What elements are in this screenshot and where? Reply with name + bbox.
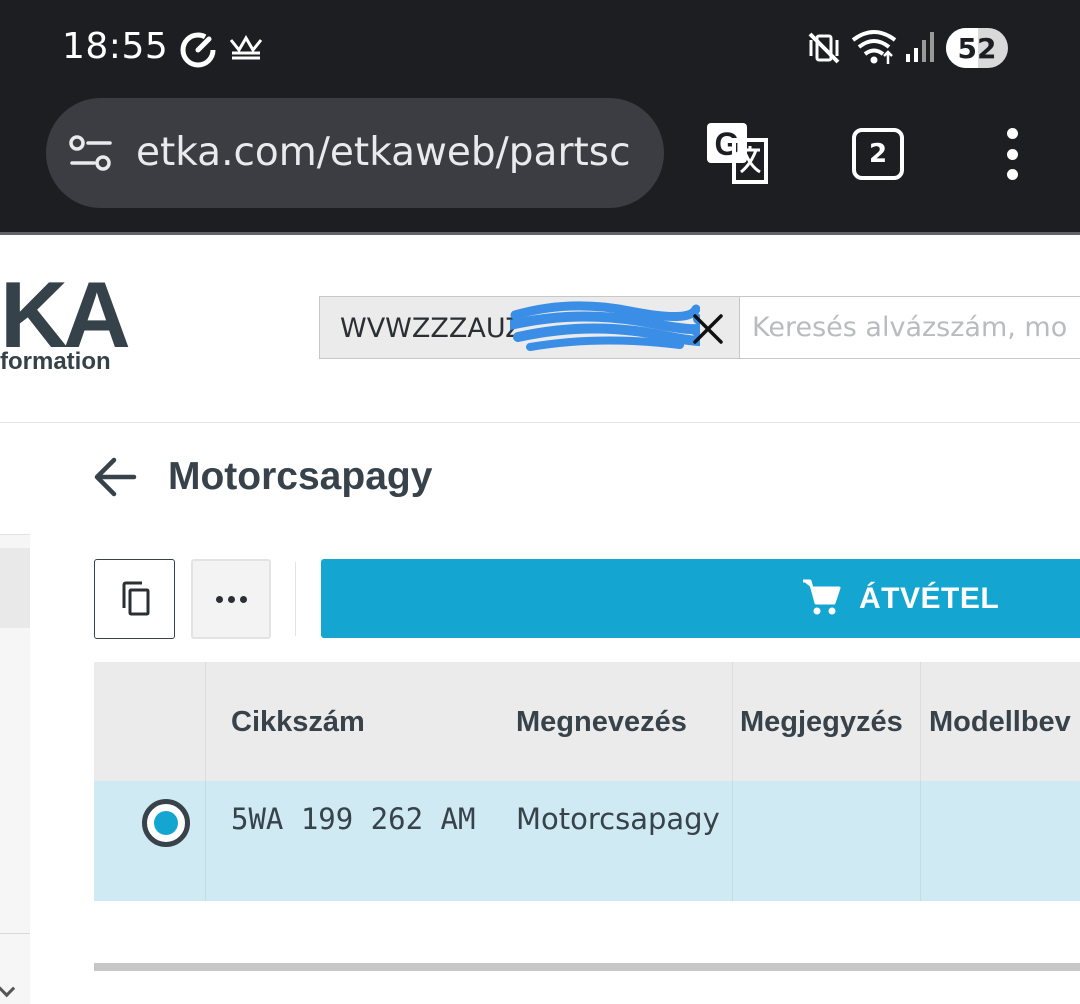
vin-value: WVWZZZAUZ (340, 313, 524, 344)
part-number-cell: 5WA 199 262 AM (231, 802, 476, 836)
sync-icon (180, 32, 216, 68)
sidebar (0, 423, 30, 1004)
toolbar-separator (295, 562, 296, 636)
signal-icon (906, 32, 934, 62)
cart-icon (803, 579, 841, 615)
vin-chip[interactable]: WVWZZZAUZ (319, 296, 740, 359)
more-options-button[interactable] (191, 559, 271, 639)
part-name-cell: Motorcsapagy (516, 802, 720, 836)
redaction-scribble (510, 301, 700, 351)
etka-logo-subtitle: formation (0, 348, 111, 375)
accept-button[interactable]: ÁTVÉTEL (321, 559, 1080, 638)
column-header-part-number[interactable]: Cikkszám (231, 662, 365, 781)
site-settings-icon[interactable] (68, 135, 114, 171)
copy-button[interactable] (94, 559, 175, 639)
system-browser-chrome: 18:55 52 etka.com/etkaweb/partsc G 2 (0, 0, 1080, 232)
page-title: Motorcsapagy (168, 455, 433, 498)
vibrate-muted-icon (808, 32, 840, 64)
column-divider (920, 662, 921, 901)
header-divider (0, 422, 1080, 423)
copy-icon (122, 581, 149, 616)
sidebar-chevron-icon[interactable] (0, 978, 16, 998)
column-header-note[interactable]: Megjegyzés (740, 662, 903, 781)
horizontal-scrollbar[interactable] (94, 963, 1080, 971)
tab-switcher-icon[interactable]: 2 (852, 128, 904, 180)
row-select-radio[interactable] (142, 799, 190, 847)
column-divider (205, 662, 206, 901)
sidebar-item-active[interactable] (0, 548, 30, 628)
url-text[interactable]: etka.com/etkaweb/partsc (136, 98, 644, 208)
clear-vin-icon[interactable] (692, 313, 724, 345)
accept-button-label: ÁTVÉTEL (859, 582, 1000, 615)
notification-crown-icon (229, 35, 263, 60)
toolbar-divider (0, 232, 1080, 235)
overflow-menu-icon[interactable] (1000, 128, 1024, 180)
back-arrow-icon[interactable] (92, 454, 138, 500)
wifi-icon (851, 30, 897, 64)
column-header-name[interactable]: Megnevezés (516, 662, 687, 781)
translate-icon[interactable]: G (704, 120, 770, 186)
column-header-model[interactable]: Modellbev (929, 662, 1071, 781)
status-time: 18:55 (62, 26, 169, 67)
address-bar[interactable]: etka.com/etkaweb/partsc (46, 98, 664, 208)
battery-icon: 52 (946, 28, 1008, 68)
column-divider (732, 662, 733, 901)
sidebar-item[interactable] (0, 423, 30, 535)
battery-level: 52 (957, 31, 997, 65)
search-input[interactable] (740, 296, 1080, 359)
sidebar-divider (0, 933, 30, 934)
